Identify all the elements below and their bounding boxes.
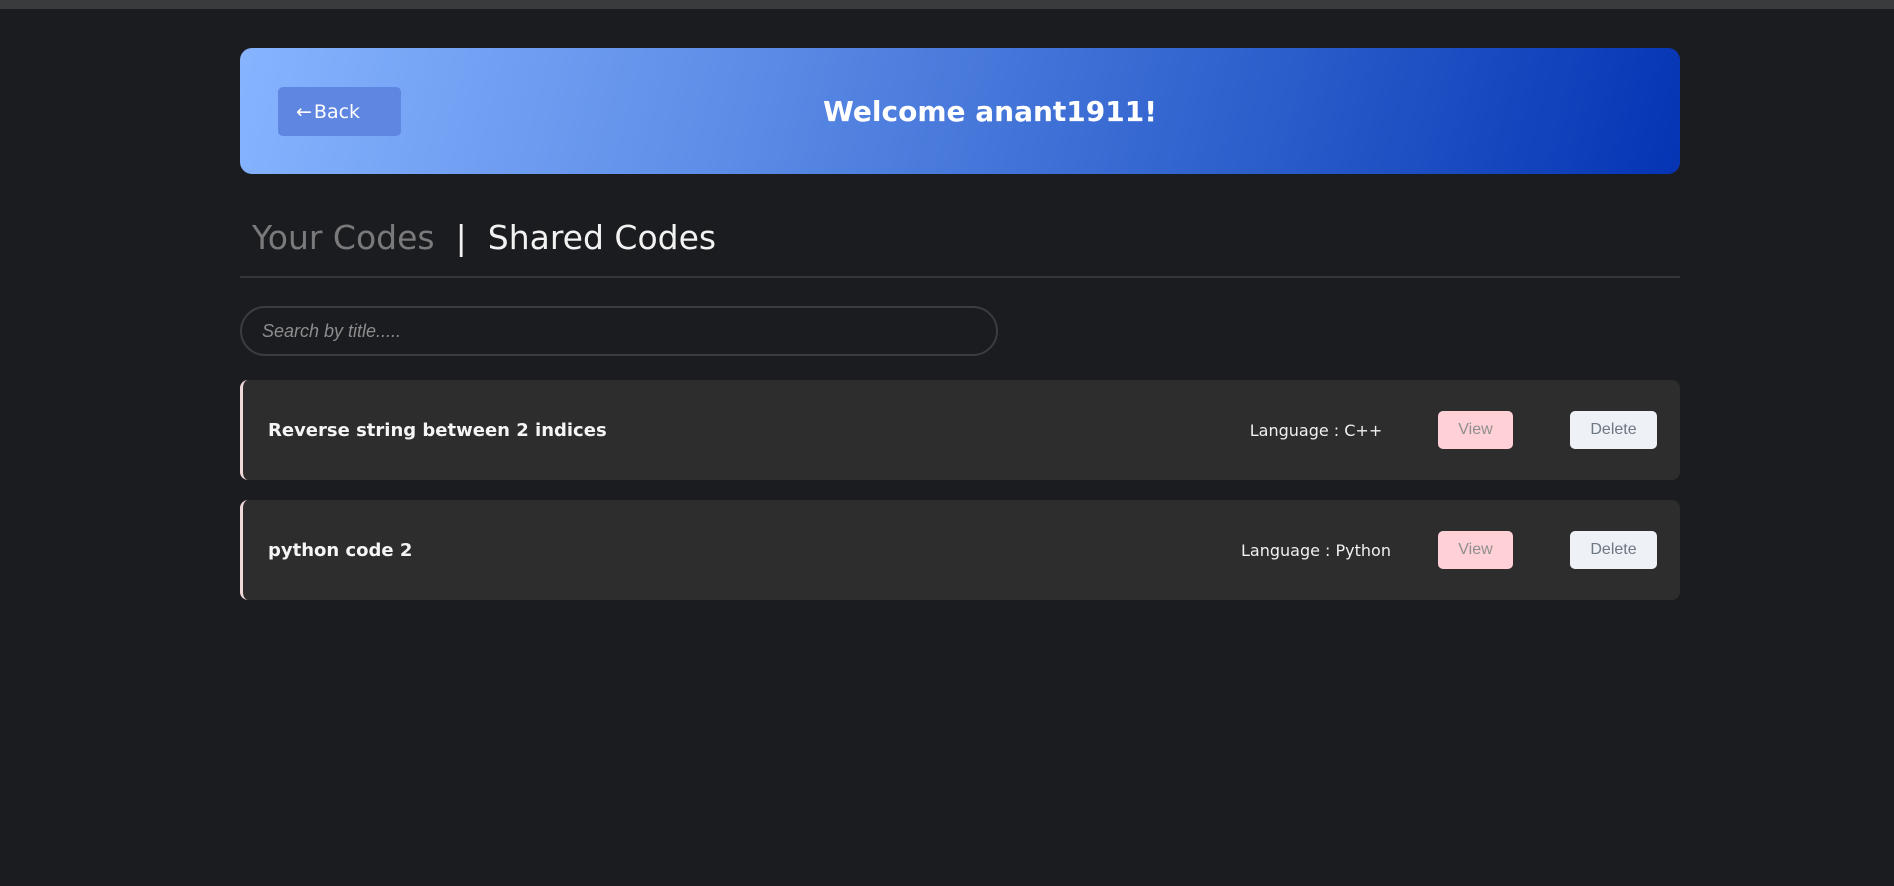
delete-button[interactable]: Delete <box>1570 411 1657 449</box>
tab-separator: | <box>455 218 467 257</box>
welcome-title: Welcome anant1911! <box>823 94 1157 128</box>
welcome-header: ← Back Welcome anant1911! <box>240 48 1680 174</box>
browser-top-strip <box>0 0 1894 9</box>
tab-your-codes[interactable]: Your Codes <box>252 218 435 258</box>
code-title: Reverse string between 2 indices <box>268 419 607 441</box>
code-card: python code 2 Language : Python View Del… <box>240 500 1680 600</box>
back-button-label: Back <box>313 100 361 123</box>
tab-shared-codes[interactable]: Shared Codes <box>488 218 716 258</box>
back-button[interactable]: ← Back <box>278 87 401 136</box>
search-box <box>240 306 998 356</box>
page-container: ← Back Welcome anant1911! Your Codes | S… <box>240 48 1680 600</box>
code-title: python code 2 <box>268 539 413 561</box>
view-button[interactable]: View <box>1438 531 1513 569</box>
codes-tabs: Your Codes | Shared Codes <box>240 218 1680 278</box>
left-arrow-icon: ← <box>296 100 312 123</box>
view-button[interactable]: View <box>1438 411 1513 449</box>
search-input[interactable] <box>242 308 996 354</box>
delete-button[interactable]: Delete <box>1570 531 1657 569</box>
code-card: Reverse string between 2 indices Languag… <box>240 380 1680 480</box>
